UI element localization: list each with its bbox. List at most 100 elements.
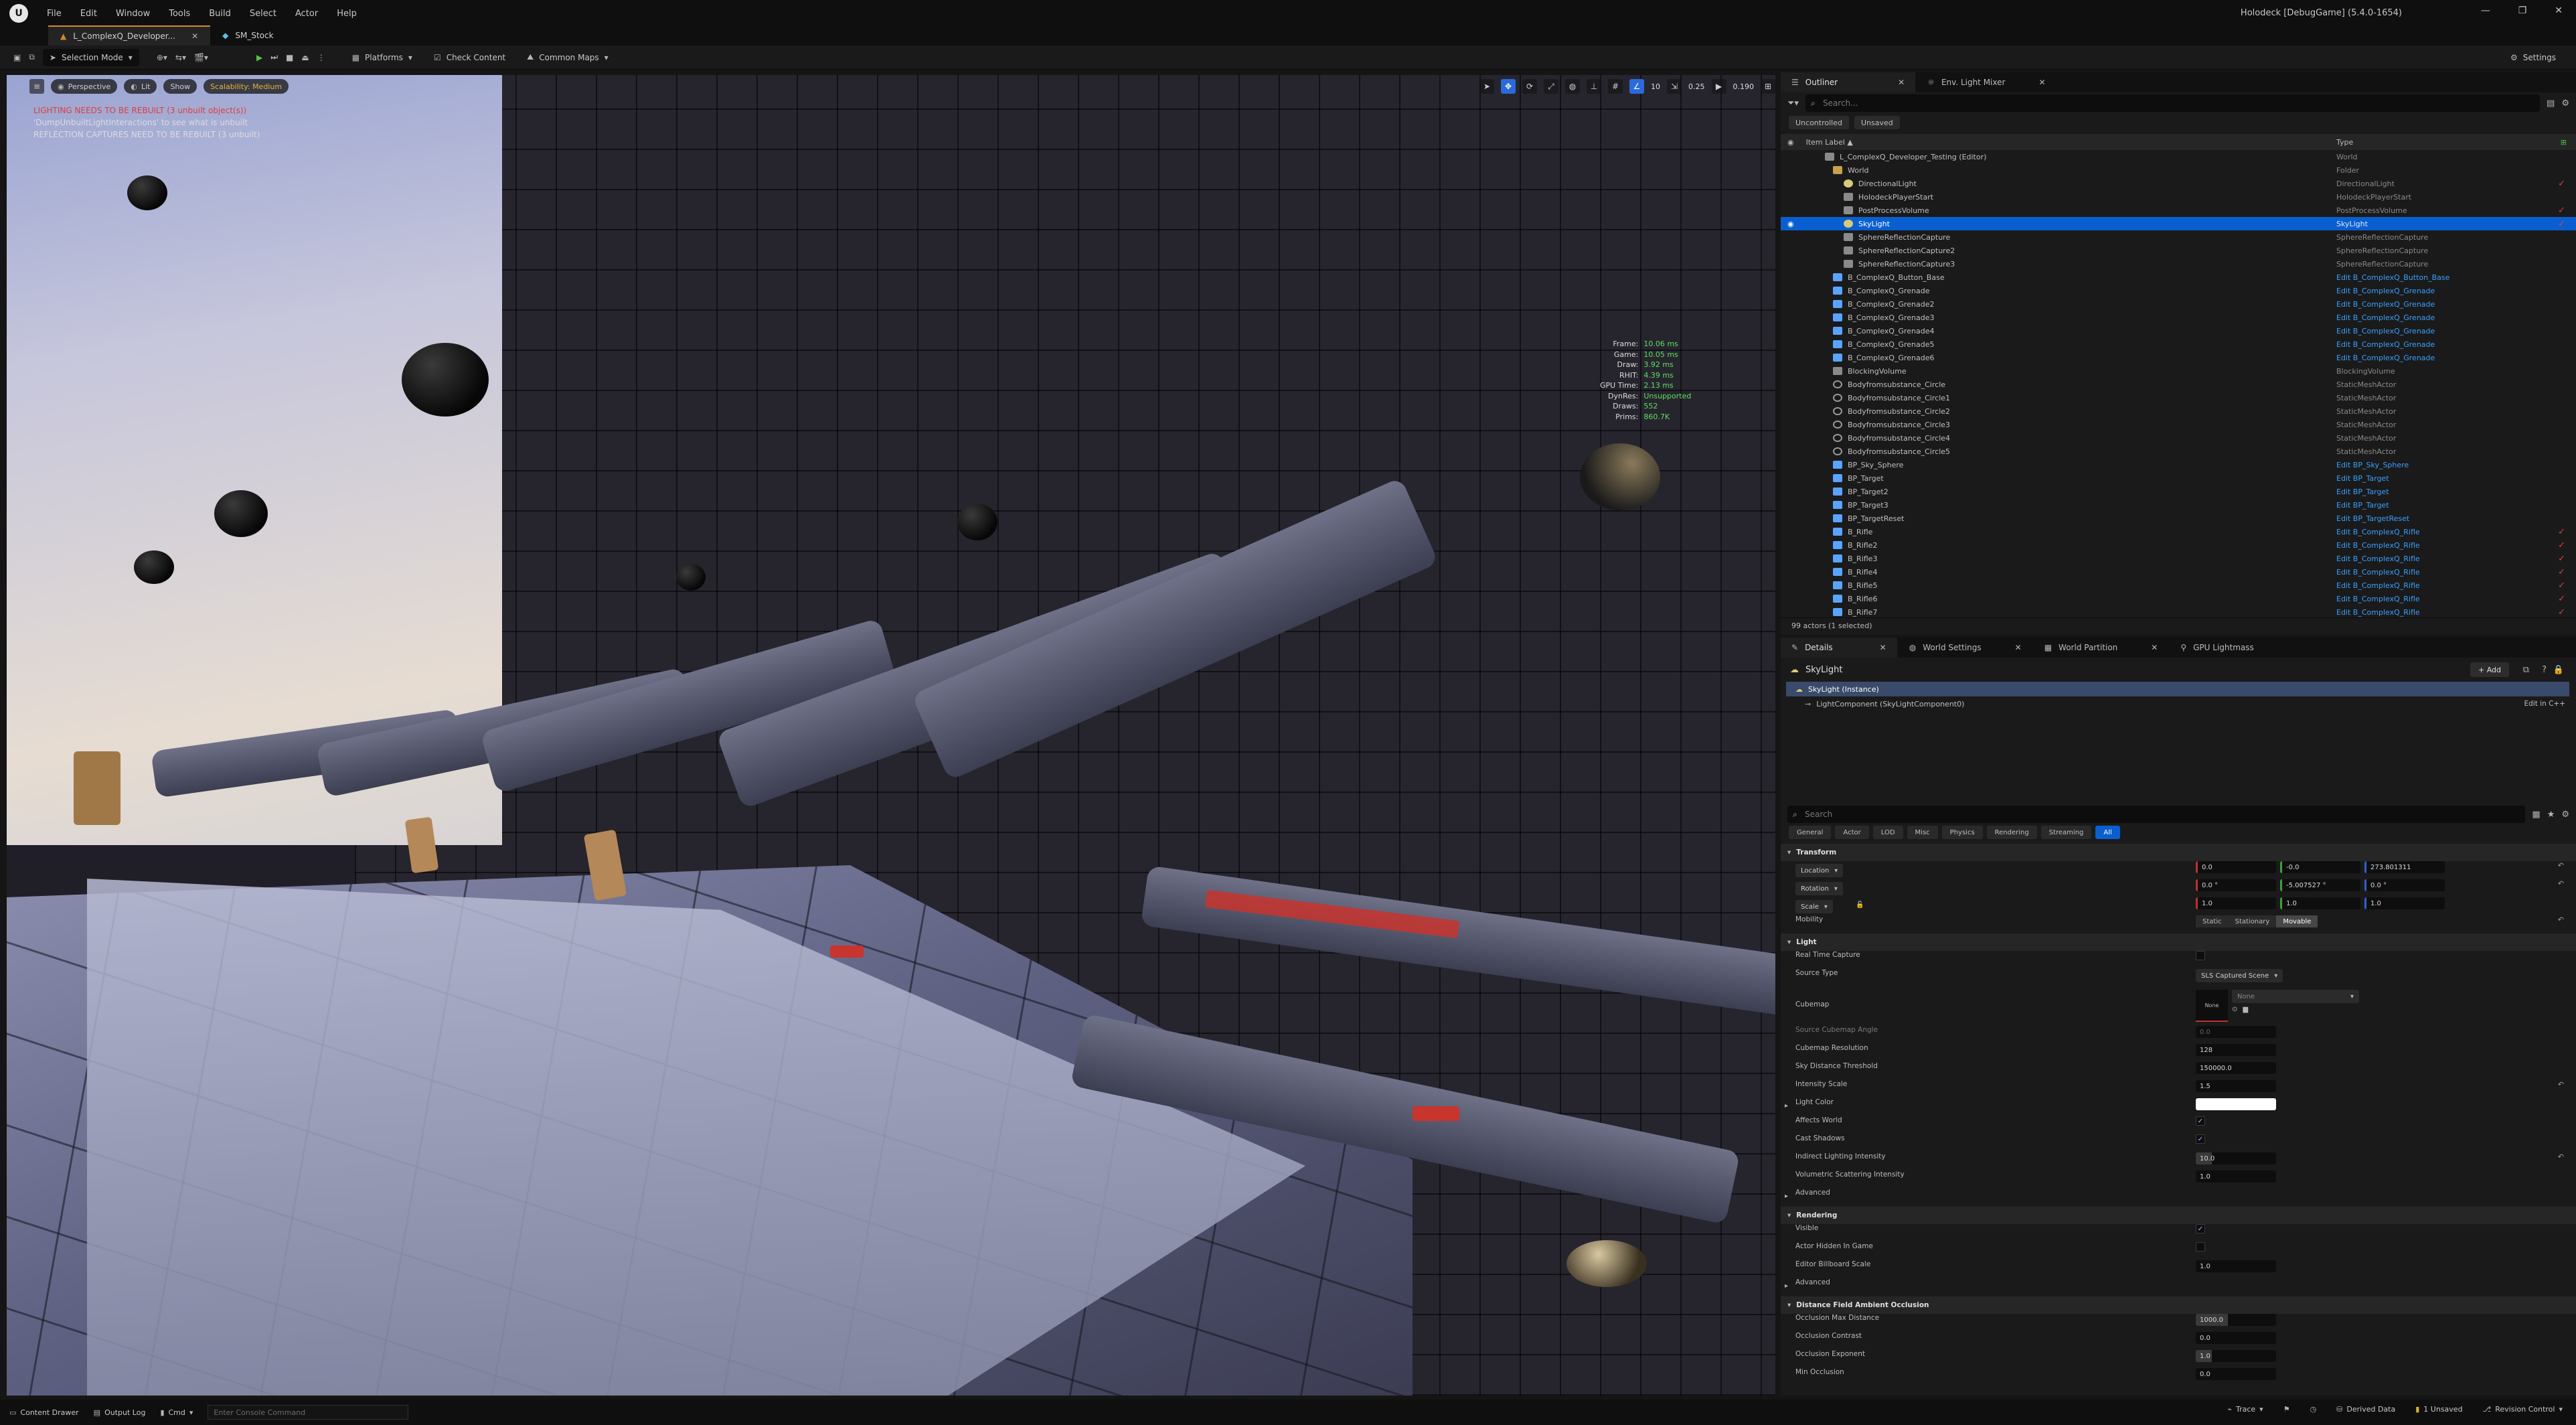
source-cubemap-angle-input[interactable]: 0.0 <box>2196 1026 2276 1038</box>
favorite-icon[interactable]: ★ <box>2547 810 2555 820</box>
close-icon[interactable]: ✕ <box>1898 78 1905 87</box>
outliner-row[interactable]: Bodyfromsubstance_Circle StaticMeshActor <box>1781 378 2576 391</box>
show-button[interactable]: Show <box>163 79 197 94</box>
outliner-row[interactable]: SphereReflectionCapture3 SphereReflection… <box>1781 257 2576 271</box>
tab-sm-stock[interactable]: ◆ SM_Stock <box>210 25 285 46</box>
angle-snap-value[interactable]: 10 <box>1651 82 1660 91</box>
tab-world-settings[interactable]: ◍ World Settings ✕ <box>1899 638 2032 658</box>
outliner-row[interactable]: B_Rifle3 Edit B_ComplexQ_Rifle ✓ <box>1781 552 2576 565</box>
close-button[interactable]: ✕ <box>2555 5 2563 16</box>
outliner-row-type[interactable]: Edit B_ComplexQ_Grenade <box>2336 354 2435 362</box>
scale-icon[interactable]: ⤢ <box>1544 79 1558 94</box>
outliner-row[interactable]: DirectionalLight DirectionalLight ✓ <box>1781 177 2576 190</box>
eject-icon[interactable]: ⏏ <box>301 53 309 62</box>
outliner-row[interactable]: B_Rifle4 Edit B_ComplexQ_Rifle ✓ <box>1781 565 2576 579</box>
details-search-input[interactable]: ⌕ Search <box>1787 806 2526 823</box>
view-mode-button[interactable]: ◐ Lit <box>124 79 157 94</box>
filter-actor[interactable]: Actor <box>1835 826 1869 839</box>
scale-x[interactable]: 1.0 <box>2196 897 2276 909</box>
close-icon[interactable]: ✕ <box>1880 643 1886 652</box>
level-viewport[interactable]: ≡ ◉ Perspective ◐ Lit Show Scalability: … <box>7 75 1775 1396</box>
derived-data-button[interactable]: ⛁ Derived Data <box>2336 1405 2395 1414</box>
use-selected-icon[interactable]: ⊙ <box>2232 1006 2237 1013</box>
prop-rendering-advanced[interactable]: ▸ Advanced <box>1781 1278 2576 1296</box>
outliner-row[interactable]: HolodeckPlayerStart HolodeckPlayerStart <box>1781 190 2576 204</box>
filter-lod[interactable]: LOD <box>1872 826 1903 839</box>
scale-snap-icon[interactable]: ⇲ <box>1667 79 1682 94</box>
filter-streaming[interactable]: Streaming <box>2040 826 2092 839</box>
outliner-row[interactable]: World Folder <box>1781 163 2576 177</box>
scale-snap-value[interactable]: 0.25 <box>1688 82 1705 91</box>
outliner-row[interactable]: BP_TargetReset Edit BP_TargetReset <box>1781 512 2576 525</box>
col-item-label[interactable]: Item Label ▲ <box>1806 138 1853 147</box>
unsaved-button[interactable]: ▮ 1 Unsaved <box>2415 1405 2462 1414</box>
outliner-row[interactable]: B_Rifle6 Edit B_ComplexQ_Rifle ✓ <box>1781 592 2576 605</box>
play-icon[interactable]: ▶ <box>256 53 262 62</box>
filter-rendering[interactable]: Rendering <box>1986 826 2037 839</box>
outliner-row-type[interactable]: Edit B_ComplexQ_Grenade <box>2336 287 2435 295</box>
cubemap-thumbnail[interactable]: None <box>2196 990 2228 1022</box>
outliner-row-type[interactable]: Edit BP_TargetReset <box>2336 514 2409 523</box>
chevron-right-icon[interactable]: ▸ <box>1785 1102 1788 1110</box>
platforms-button[interactable]: ▦ Platforms ▾ <box>345 49 419 66</box>
outliner-row-type[interactable]: Edit B_ComplexQ_Rifle <box>2336 581 2420 590</box>
section-rendering[interactable]: ▾ Rendering <box>1781 1207 2576 1224</box>
outliner-row-type[interactable]: Edit B_ComplexQ_Rifle <box>2336 541 2420 550</box>
add-column-icon[interactable]: ⊞ <box>2561 138 2567 147</box>
add-folder-icon[interactable]: ▤ <box>2547 98 2555 108</box>
outliner-row[interactable]: B_ComplexQ_Grenade3 Edit B_ComplexQ_Grena… <box>1781 311 2576 324</box>
check-content-button[interactable]: ☑ Check Content <box>427 49 512 66</box>
filter-icon[interactable]: ⏷▾ <box>1787 98 1799 108</box>
menu-actor[interactable]: Actor <box>295 9 318 19</box>
rotation-y[interactable]: -5.007527 ° <box>2280 879 2360 891</box>
menu-window[interactable]: Window <box>116 9 150 19</box>
sky-distance-input[interactable]: 150000.0 <box>2196 1062 2276 1074</box>
unreal-logo-icon[interactable]: U <box>9 4 28 23</box>
close-icon[interactable]: ✕ <box>191 31 198 41</box>
lock-icon[interactable]: 🔓 <box>1856 901 1864 909</box>
outliner-row[interactable]: B_Rifle7 Edit B_ComplexQ_Rifle ✓ <box>1781 605 2576 619</box>
close-icon[interactable]: ✕ <box>2151 643 2158 652</box>
visible-checkbox[interactable]: ✓ <box>2196 1224 2205 1233</box>
chip-uncontrolled[interactable]: Uncontrolled <box>1789 116 1849 129</box>
affects-world-checkbox[interactable]: ✓ <box>2196 1116 2205 1126</box>
outliner-row-type[interactable]: Edit B_ComplexQ_Rifle <box>2336 608 2420 617</box>
revision-control-button[interactable]: ⎇ Revision Control ▾ <box>2483 1405 2563 1414</box>
minimize-button[interactable]: — <box>2481 5 2490 16</box>
selection-mode-button[interactable]: ➤ Selection Mode ▾ <box>42 48 139 66</box>
scale-dropdown[interactable]: Scale ▾ <box>1795 900 1833 913</box>
volumetric-scattering-input[interactable]: 1.0 <box>2196 1171 2276 1183</box>
filter-misc[interactable]: Misc <box>1907 826 1938 839</box>
blueprint-icon[interactable]: ⧉ <box>2523 665 2529 675</box>
outliner-row[interactable]: B_ComplexQ_Grenade Edit B_ComplexQ_Grenad… <box>1781 284 2576 297</box>
outliner-row-type[interactable]: Edit B_ComplexQ_Grenade <box>2336 313 2435 322</box>
indirect-lighting-input[interactable]: 10.0 <box>2196 1152 2276 1165</box>
location-y[interactable]: -0.0 <box>2280 861 2360 873</box>
help-icon[interactable]: ? <box>2542 665 2547 675</box>
add-actor-icon[interactable]: ⊕▾ <box>157 53 167 62</box>
save-icon[interactable]: ▣ <box>13 53 21 62</box>
menu-help[interactable]: Help <box>337 9 357 19</box>
tab-details[interactable]: ✎ Details ✕ <box>1781 638 1897 658</box>
content-drawer-button[interactable]: ▭ Content Drawer <box>9 1408 79 1417</box>
edit-in-cpp-link[interactable]: Edit in C++ <box>2524 700 2565 708</box>
actor-name[interactable]: SkyLight <box>1805 665 1842 675</box>
menu-file[interactable]: File <box>47 9 62 19</box>
outliner-row[interactable]: SphereReflectionCapture2 SphereReflection… <box>1781 244 2576 257</box>
section-transform[interactable]: ▾ Transform <box>1781 844 2576 861</box>
tab-world-partition[interactable]: ▦ World Partition ✕ <box>2034 638 2169 658</box>
settings-button[interactable]: ⚙ Settings <box>2504 49 2563 66</box>
menu-tools[interactable]: Tools <box>169 9 190 19</box>
mobility-static[interactable]: Static <box>2196 915 2229 927</box>
min-occlusion-input[interactable]: 0.0 <box>2196 1368 2276 1380</box>
scale-y[interactable]: 1.0 <box>2280 897 2360 909</box>
filter-physics[interactable]: Physics <box>1941 826 1983 839</box>
prop-light-advanced[interactable]: ▸ Advanced <box>1781 1189 2576 1207</box>
section-dfao[interactable]: ▾ Distance Field Ambient Occlusion <box>1781 1296 2576 1314</box>
col-type[interactable]: Type <box>2336 138 2353 147</box>
outliner-row-type[interactable]: Edit B_ComplexQ_Rifle <box>2336 528 2420 536</box>
close-icon[interactable]: ✕ <box>2015 643 2022 652</box>
reset-icon[interactable]: ↶ <box>2558 915 2564 924</box>
outliner-row-type[interactable]: Edit B_ComplexQ_Button_Base <box>2336 273 2449 282</box>
outliner-row[interactable]: BP_Target Edit BP_Target <box>1781 471 2576 485</box>
